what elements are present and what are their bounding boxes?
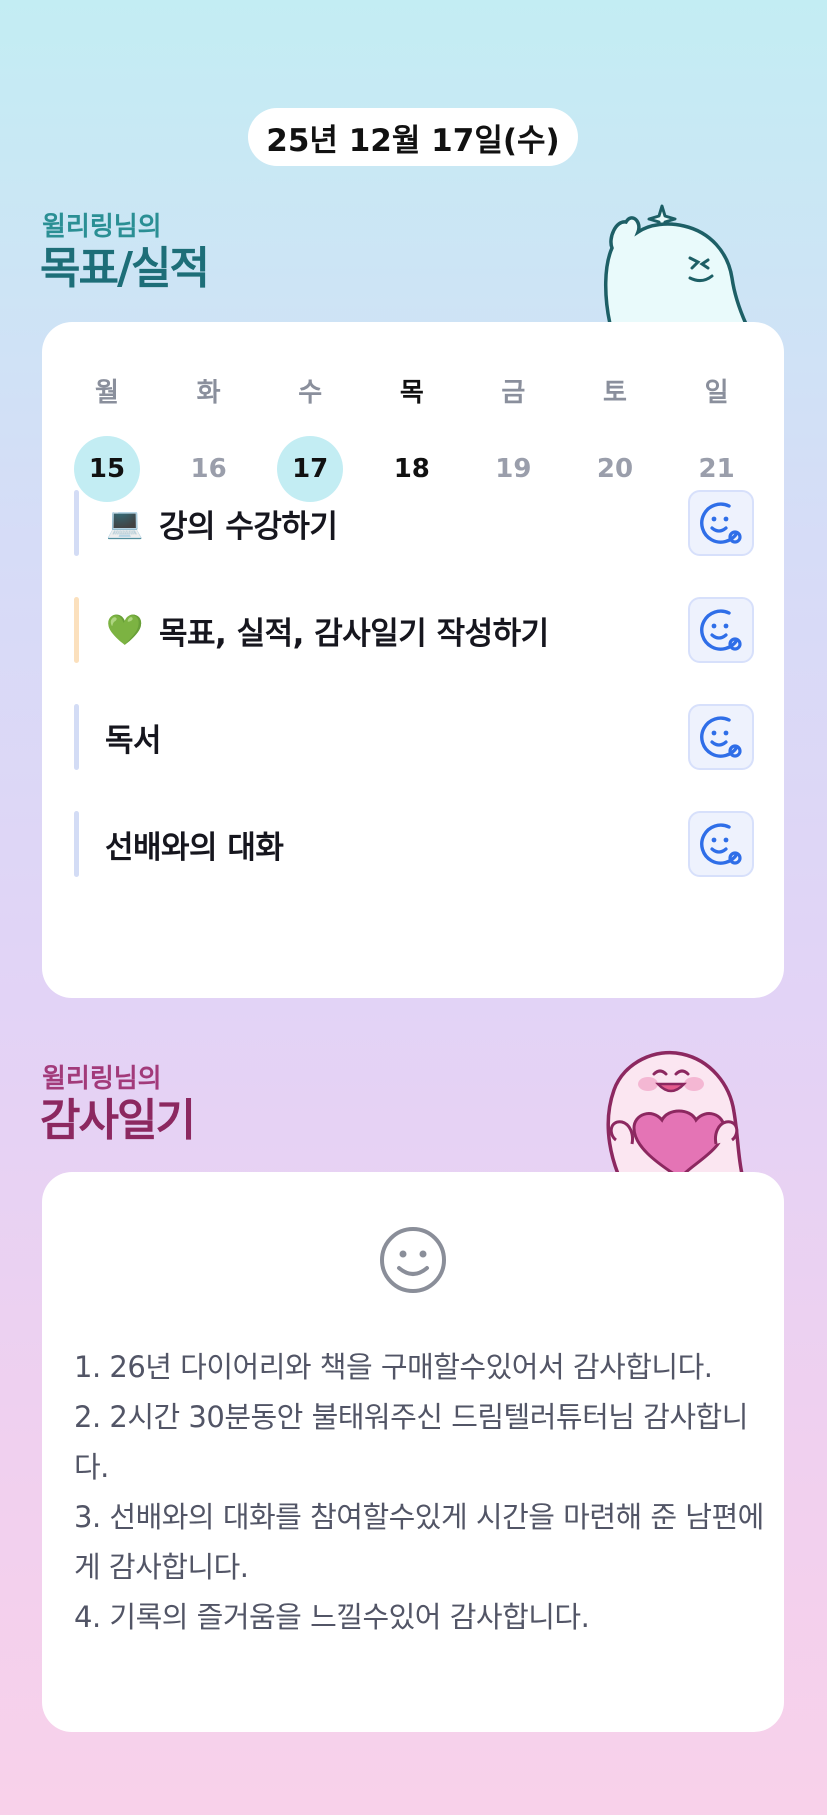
gratitude-line: 3. 선배와의 대화를 참여할수있게 시간을 마련해 준 남편에게 감사합니다. [74,1500,764,1584]
green-heart-icon: 💚 [106,612,144,648]
day-17[interactable]: 수 17 [277,372,344,502]
mascot-pink-icon [606,1051,744,1174]
day-name: 수 [298,378,323,408]
day-name: 화 [196,378,221,408]
gratitude-line: 1. 26년 다이어리와 책을 구매할수있어서 감사합니다. [74,1350,713,1384]
goal-task-row[interactable]: 독서 [74,704,754,770]
task-label: 독서 [105,722,162,759]
mascot-blue-icon [603,204,748,324]
day-name: 금 [501,378,526,408]
smiley-add-icon [700,502,742,544]
gratitude-text[interactable]: 1. 26년 다이어리와 책을 구매할수있어서 감사합니다. 2. 2시간 30분… [74,1342,764,1642]
task-label: 목표, 실적, 감사일기 작성하기 [159,615,549,652]
neutral-smiley-icon[interactable] [379,1226,447,1294]
task-reaction-button[interactable] [688,704,754,770]
date-pill[interactable]: 25년 12월 17일(수) [248,108,578,166]
goal-task-row[interactable]: 💻 강의 수강하기 [74,490,754,556]
day-20[interactable]: 토 20 [582,372,648,502]
day-21[interactable]: 일 21 [684,372,750,502]
gratitude-line: 4. 기록의 즐거움을 느낄수있어 감사합니다. [74,1600,590,1634]
day-name: 토 [603,378,627,408]
goals-card: 월 15 화 16 수 17 목 18 금 19 토 20 일 21 💻 강의 수강하기 💚 목표, 실적, … [42,322,784,998]
task-reaction-button[interactable] [688,490,754,556]
day-name: 목 [399,378,424,408]
task-label: 강의 수강하기 [159,508,338,545]
gratitude-line: 2. 2시간 30분동안 불태워주신 드림텔러튜터님 감사합니다. [74,1400,748,1484]
goal-task-row[interactable]: 선배와의 대화 [74,811,754,877]
task-color-bar [74,704,79,770]
day-name: 월 [95,378,119,408]
task-reaction-button[interactable] [688,811,754,877]
goal-task-row[interactable]: 💚 목표, 실적, 감사일기 작성하기 [74,597,754,663]
smiley-add-icon [700,823,742,865]
day-16[interactable]: 화 16 [176,372,242,502]
task-reaction-button[interactable] [688,597,754,663]
task-color-bar [74,597,79,663]
gratitude-card: 1. 26년 다이어리와 책을 구매할수있어서 감사합니다. 2. 2시간 30분… [42,1172,784,1732]
gratitude-title: 감사일기 [40,1095,196,1146]
laptop-icon: 💻 [106,505,144,541]
smiley-add-icon [700,609,742,651]
task-color-bar [74,490,79,556]
goals-title: 목표/실적 [40,243,210,294]
smiley-add-icon [700,716,742,758]
task-color-bar [74,811,79,877]
day-name: 일 [704,378,729,408]
day-19[interactable]: 금 19 [480,372,546,502]
day-18[interactable]: 목 18 [379,372,445,502]
day-15[interactable]: 월 15 [74,372,140,502]
task-label: 선배와의 대화 [105,829,284,866]
